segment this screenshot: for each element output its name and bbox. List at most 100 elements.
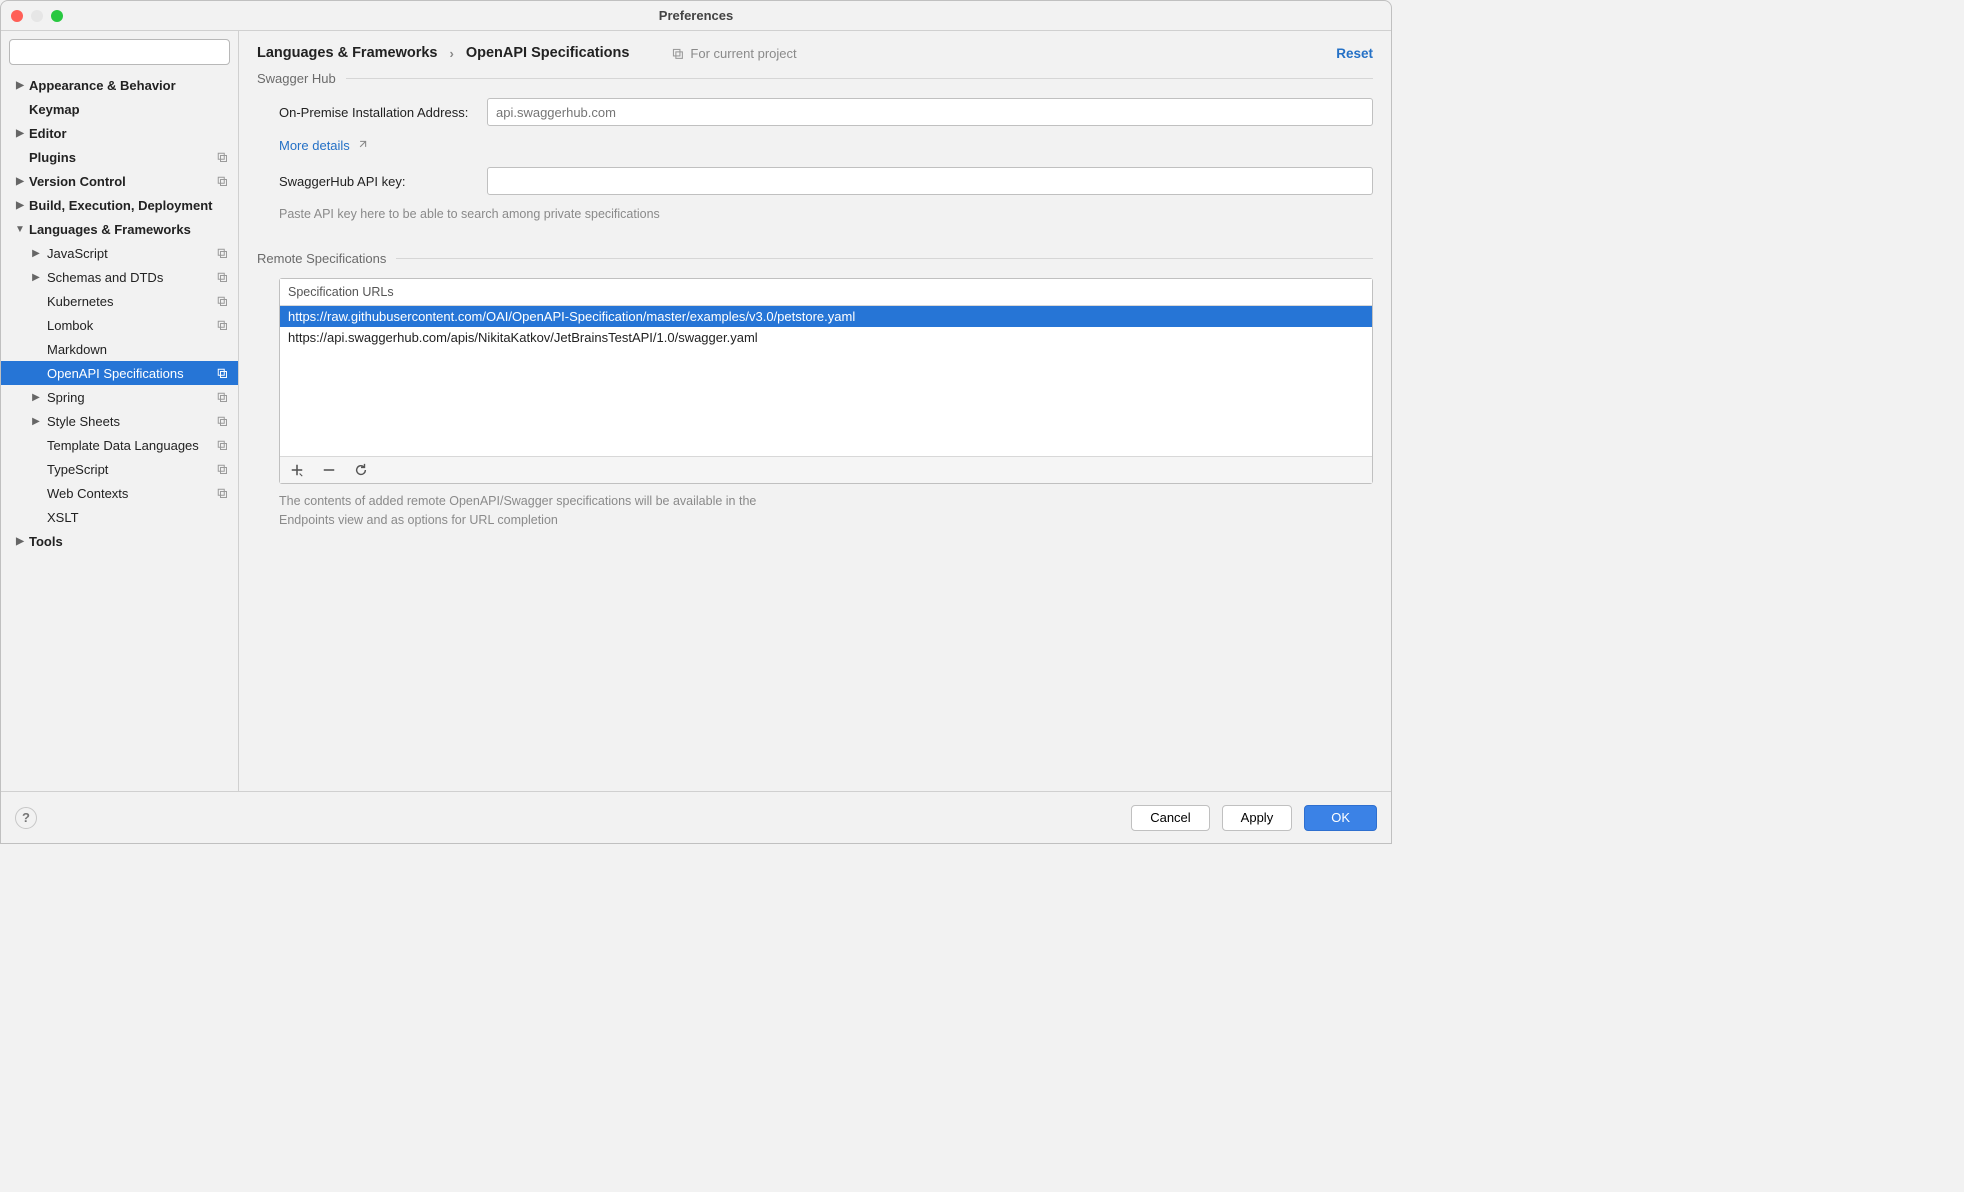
preferences-window: Preferences ▶ Appearance & Behavior Keymap… <box>0 0 1392 844</box>
project-scope-icon <box>216 319 228 331</box>
tree-item-label: XSLT <box>45 510 79 525</box>
chevron-right-icon: ▶ <box>31 272 41 283</box>
chevron-right-icon: ▶ <box>15 80 25 91</box>
tree-item-javascript[interactable]: ▶ JavaScript <box>1 241 238 265</box>
window-title: Preferences <box>659 8 733 23</box>
project-scope-icon <box>216 295 228 307</box>
project-scope-icon <box>216 247 228 259</box>
onpremise-address-input[interactable] <box>487 98 1373 126</box>
chevron-right-icon: ▶ <box>31 392 41 403</box>
ok-button[interactable]: OK <box>1304 805 1377 831</box>
spec-urls-toolbar <box>280 456 1372 483</box>
tree-item-xslt[interactable]: XSLT <box>1 505 238 529</box>
scope-label: For current project <box>690 46 796 61</box>
scope-indicator: For current project <box>671 46 796 61</box>
tree-item-keymap[interactable]: Keymap <box>1 97 238 121</box>
sidebar-search-input[interactable] <box>9 39 230 65</box>
apikey-hint: Paste API key here to be able to search … <box>257 207 1373 221</box>
tree-item-plugins[interactable]: Plugins <box>1 145 238 169</box>
breadcrumb-leaf: OpenAPI Specifications <box>466 45 630 61</box>
project-scope-icon <box>216 487 228 499</box>
minimize-window-button[interactable] <box>31 10 43 22</box>
tree-item-label: Build, Execution, Deployment <box>29 198 212 213</box>
tree-item-openapi-specifications[interactable]: OpenAPI Specifications <box>1 361 238 385</box>
tree-item-label: Tools <box>29 534 63 549</box>
tree-item-label: Template Data Languages <box>45 438 199 453</box>
tree-item-label: TypeScript <box>45 462 108 477</box>
close-window-button[interactable] <box>11 10 23 22</box>
remote-description: The contents of added remote OpenAPI/Swa… <box>257 492 757 530</box>
zoom-window-button[interactable] <box>51 10 63 22</box>
tree-item-schemas-and-dtds[interactable]: ▶ Schemas and DTDs <box>1 265 238 289</box>
breadcrumb: Languages & Frameworks › OpenAPI Specifi… <box>257 45 1373 61</box>
project-scope-icon <box>216 151 228 163</box>
tree-item-label: Appearance & Behavior <box>29 78 176 93</box>
tree-item-label: OpenAPI Specifications <box>45 366 184 381</box>
tree-item-label: Schemas and DTDs <box>45 270 163 285</box>
tree-item-tools[interactable]: ▶ Tools <box>1 529 238 553</box>
settings-tree: ▶ Appearance & Behavior Keymap ▶EditorPlugi… <box>1 73 238 791</box>
swaggerhub-section-label: Swagger Hub <box>257 71 1373 86</box>
spec-urls-header: Specification URLs <box>280 279 1372 306</box>
titlebar: Preferences <box>1 1 1391 31</box>
chevron-right-icon: ▶ <box>15 536 25 547</box>
tree-item-build-execution-deployment[interactable]: ▶ Build, Execution, Deployment <box>1 193 238 217</box>
address-label: On-Premise Installation Address: <box>279 105 477 120</box>
tree-item-spring[interactable]: ▶ Spring <box>1 385 238 409</box>
tree-item-web-contexts[interactable]: Web Contexts <box>1 481 238 505</box>
project-scope-icon <box>216 415 228 427</box>
dialog-footer: ? Cancel Apply OK <box>1 791 1391 843</box>
reset-link[interactable]: Reset <box>1336 46 1373 61</box>
project-scope-icon <box>216 271 228 283</box>
tree-item-label: Keymap <box>29 102 80 117</box>
project-scope-icon <box>216 391 228 403</box>
chevron-right-icon: ▶ <box>31 248 41 259</box>
copy-icon <box>671 47 684 60</box>
external-link-icon <box>356 140 367 151</box>
chevron-down-icon: ▼ <box>15 224 25 235</box>
swaggerhub-apikey-input[interactable] <box>487 167 1373 195</box>
tree-item-label: Spring <box>45 390 85 405</box>
tree-item-label: Style Sheets <box>45 414 120 429</box>
remove-icon[interactable] <box>322 463 336 477</box>
tree-item-editor[interactable]: ▶Editor <box>1 121 238 145</box>
tree-item-label: JavaScript <box>45 246 108 261</box>
help-button[interactable]: ? <box>15 807 37 829</box>
chevron-right-icon: ▶ <box>15 176 25 187</box>
spec-url-row[interactable]: https://raw.githubusercontent.com/OAI/Op… <box>280 306 1372 327</box>
tree-item-style-sheets[interactable]: ▶ Style Sheets <box>1 409 238 433</box>
project-scope-icon <box>216 175 228 187</box>
main-panel: Languages & Frameworks › OpenAPI Specifi… <box>239 31 1391 791</box>
chevron-right-icon: ▶ <box>15 200 25 211</box>
window-controls <box>11 10 63 22</box>
tree-item-label: Web Contexts <box>45 486 128 501</box>
chevron-right-icon: ▶ <box>15 128 25 139</box>
tree-item-label: Languages & Frameworks <box>29 222 191 237</box>
tree-item-typescript[interactable]: TypeScript <box>1 457 238 481</box>
tree-item-markdown[interactable]: Markdown <box>1 337 238 361</box>
sidebar: ▶ Appearance & Behavior Keymap ▶EditorPlugi… <box>1 31 239 791</box>
tree-item-languages-frameworks[interactable]: ▼ Languages & Frameworks <box>1 217 238 241</box>
tree-item-label: Markdown <box>45 342 107 357</box>
tree-item-version-control[interactable]: ▶ Version Control <box>1 169 238 193</box>
spec-url-row[interactable]: https://api.swaggerhub.com/apis/NikitaKa… <box>280 327 1372 348</box>
tree-item-label: Kubernetes <box>45 294 114 309</box>
apikey-label: SwaggerHub API key: <box>279 174 477 189</box>
cancel-button[interactable]: Cancel <box>1131 805 1209 831</box>
project-scope-icon <box>216 463 228 475</box>
add-icon[interactable] <box>290 463 304 477</box>
refresh-icon[interactable] <box>354 463 368 477</box>
tree-item-template-data-languages[interactable]: Template Data Languages <box>1 433 238 457</box>
more-details-link[interactable]: More details <box>257 138 1373 153</box>
breadcrumb-separator: › <box>450 46 454 61</box>
tree-item-appearance-behavior[interactable]: ▶ Appearance & Behavior <box>1 73 238 97</box>
breadcrumb-root: Languages & Frameworks <box>257 45 438 61</box>
remote-section-label: Remote Specifications <box>257 251 1373 266</box>
tree-item-label: Version Control <box>29 174 126 189</box>
chevron-right-icon: ▶ <box>31 416 41 427</box>
spec-urls-table: Specification URLs https://raw.githubuse… <box>279 278 1373 484</box>
apply-button[interactable]: Apply <box>1222 805 1293 831</box>
tree-item-kubernetes[interactable]: Kubernetes <box>1 289 238 313</box>
tree-item-lombok[interactable]: Lombok <box>1 313 238 337</box>
tree-item-label: Lombok <box>45 318 93 333</box>
